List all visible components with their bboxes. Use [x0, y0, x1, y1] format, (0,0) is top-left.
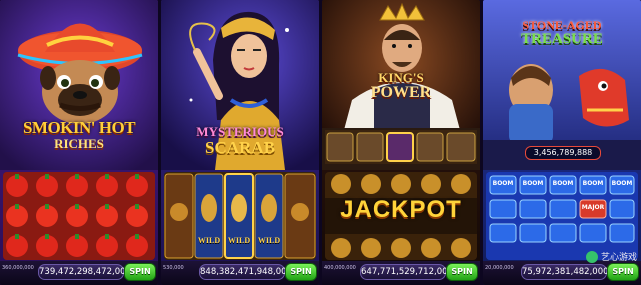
game-title-line1: SMOKIN' HOT: [22, 118, 136, 137]
spin-button[interactable]: SPIN: [124, 263, 156, 281]
boom-label: BOOM: [522, 180, 544, 187]
game-tile-smokin-hot-riches[interactable]: SMOKIN' HOT RICHES 360,000,000 739,472,2…: [0, 0, 158, 285]
game-title-line2: POWER: [370, 84, 432, 101]
grand-jackpot: 3,456,789,888: [525, 146, 601, 160]
wechat-icon: [585, 250, 598, 263]
spin-button[interactable]: SPIN: [446, 263, 478, 281]
reel-grid: [3, 172, 155, 260]
jackpot-counter: 739,472,298,472,000: [38, 264, 131, 280]
feature-symbols-row: [325, 130, 477, 164]
boom-label: BOOM: [582, 180, 604, 187]
wild-label: WILD: [197, 236, 221, 245]
game-tile-stone-aged-treasure[interactable]: STONE-AGED TREASURE 3,456,789,888 BOOM B…: [483, 0, 641, 285]
pepper-reels: [3, 172, 155, 260]
wild-label: WILD: [227, 236, 251, 245]
game-title: MYSTERIOUS SCARAB: [161, 124, 319, 158]
scarab-reels: [164, 172, 316, 260]
boom-label: BOOM: [492, 180, 514, 187]
bet-amount: 400,000,000: [324, 265, 356, 271]
watermark: 艺心游戏: [585, 250, 637, 263]
watermark-text: 艺心游戏: [600, 253, 637, 263]
reel-grid: BOOM BOOM BOOM BOOM BOOM MAJOR: [486, 172, 638, 260]
jackpot-banner: JACKPOT: [340, 196, 462, 223]
spin-button[interactable]: SPIN: [285, 263, 317, 281]
grand-jackpot-value: 3,456,789,888: [533, 148, 593, 157]
pepper-symbol: [6, 174, 148, 257]
jackpot-counter: 647,771,529,712,000: [360, 264, 453, 280]
game-title-line2: TREASURE: [521, 31, 603, 47]
game-tile-mysterious-scarab[interactable]: MYSTERIOUS SCARAB WILD WILD WILD 530,000…: [161, 0, 319, 285]
game-title: STONE-AGED TREASURE: [483, 18, 641, 48]
bet-amount: 530,000: [163, 265, 184, 271]
boom-label: BOOM: [611, 180, 633, 187]
major-label: MAJOR: [581, 204, 605, 211]
reel-grid: WILD WILD WILD: [164, 172, 316, 260]
game-lobby: SMOKIN' HOT RICHES 360,000,000 739,472,2…: [0, 0, 641, 285]
spin-button[interactable]: SPIN: [607, 263, 639, 281]
bet-amount: 20,000,000: [485, 265, 514, 271]
game-title: KING'S POWER: [322, 70, 480, 102]
game-tile-kings-power[interactable]: KING'S POWER JACKPOT 400,000,000 647,771…: [322, 0, 480, 285]
wild-label: WILD: [257, 236, 281, 245]
game-title: SMOKIN' HOT RICHES: [0, 118, 158, 152]
reel-grid: JACKPOT: [325, 172, 477, 260]
game-title-line2: RICHES: [54, 136, 104, 151]
boom-label: BOOM: [552, 180, 574, 187]
bet-amount: 360,000,000: [2, 265, 34, 271]
game-title-line2: SCARAB: [205, 138, 275, 157]
jackpot-counter: 848,382,471,948,000: [199, 264, 292, 280]
jackpot-counter: 75,972,381,482,000: [521, 264, 609, 280]
